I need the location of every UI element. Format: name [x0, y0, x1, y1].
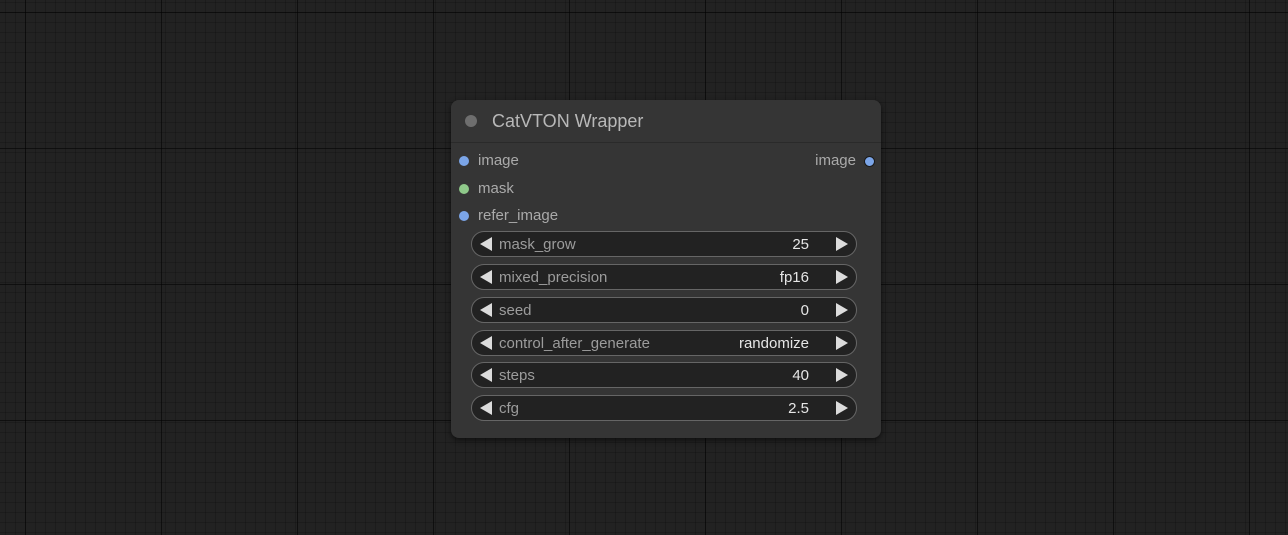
widget-value[interactable]: 2.5 [788, 400, 809, 417]
widget-steps[interactable]: steps 40 [471, 362, 857, 388]
triangle-left-icon[interactable] [480, 237, 492, 251]
triangle-left-icon[interactable] [480, 401, 492, 415]
output-label: image [815, 152, 856, 169]
input-connector-icon[interactable] [459, 184, 469, 194]
widget-label: steps [499, 367, 535, 384]
triangle-left-icon[interactable] [480, 336, 492, 350]
triangle-right-icon[interactable] [836, 401, 848, 415]
input-label: refer_image [478, 207, 559, 224]
widget-value[interactable]: fp16 [780, 269, 809, 286]
widget-label: cfg [499, 400, 520, 417]
widget-mixed-precision[interactable]: mixed_precision fp16 [471, 264, 857, 290]
widget-seed[interactable]: seed 0 [471, 297, 857, 323]
widget-value[interactable]: randomize [739, 335, 809, 352]
output-connector-icon[interactable] [864, 156, 875, 167]
triangle-right-icon[interactable] [836, 303, 848, 317]
triangle-left-icon[interactable] [480, 270, 492, 284]
collapse-dot-icon[interactable] [465, 115, 477, 127]
triangle-right-icon[interactable] [836, 237, 848, 251]
widget-control-after-generate[interactable]: control_after_generate randomize [471, 330, 857, 356]
widget-cfg[interactable]: cfg 2.5 [471, 395, 857, 421]
widget-value[interactable]: 40 [792, 367, 809, 384]
node-header[interactable]: CatVTON Wrapper [451, 100, 881, 143]
triangle-left-icon[interactable] [480, 368, 492, 382]
triangle-right-icon[interactable] [836, 270, 848, 284]
output-slot-image[interactable]: image [795, 151, 875, 171]
widget-value[interactable]: 25 [792, 236, 809, 253]
input-connector-icon[interactable] [459, 211, 469, 221]
widget-label: mixed_precision [499, 269, 608, 286]
triangle-right-icon[interactable] [836, 368, 848, 382]
widget-value[interactable]: 0 [801, 302, 809, 319]
widget-mask-grow[interactable]: mask_grow 25 [471, 231, 857, 257]
widget-label: seed [499, 302, 532, 319]
input-label: image [478, 152, 519, 169]
input-label: mask [478, 180, 514, 197]
node-catvton-wrapper[interactable]: CatVTON Wrapper image mask refer_image i… [451, 100, 881, 438]
widget-label: mask_grow [499, 236, 576, 253]
node-title: CatVTON Wrapper [492, 111, 644, 131]
triangle-right-icon[interactable] [836, 336, 848, 350]
input-connector-icon[interactable] [459, 156, 469, 166]
widget-label: control_after_generate [499, 335, 650, 352]
triangle-left-icon[interactable] [480, 303, 492, 317]
